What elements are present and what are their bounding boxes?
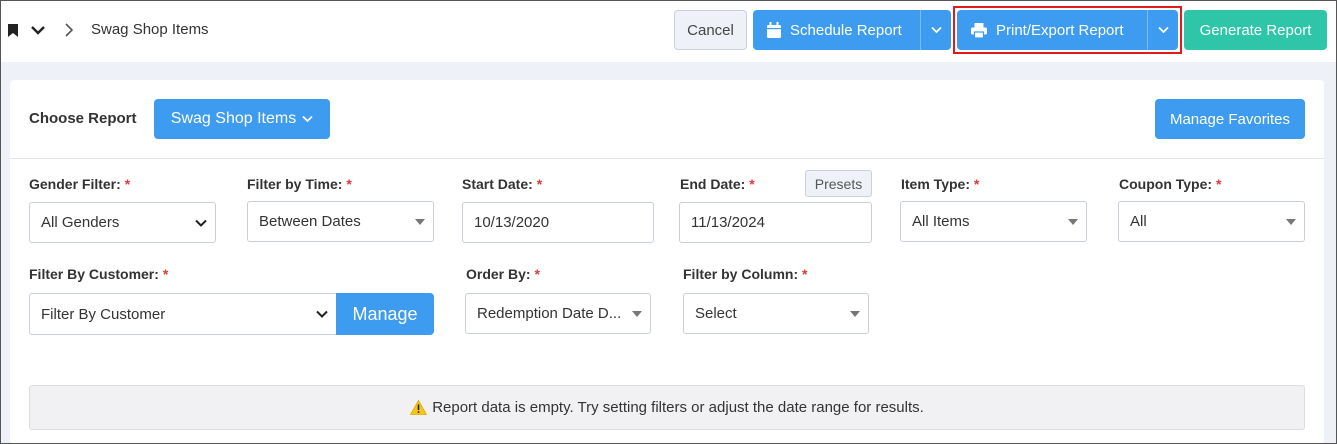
presets-button[interactable]: Presets (805, 170, 872, 197)
customer-filter-select[interactable]: Filter By Customer (29, 293, 337, 335)
caret-down-icon (1286, 219, 1296, 225)
start-date-label: Start Date: * (462, 176, 543, 192)
column-filter-select[interactable]: Select (683, 293, 869, 334)
start-date-input[interactable]: 10/13/2020 (462, 202, 654, 243)
chevron-down-icon (195, 219, 207, 227)
empty-report-notice: Report data is empty. Try setting filter… (29, 385, 1305, 430)
caret-down-icon (850, 311, 860, 317)
customer-filter-label: Filter By Customer: * (29, 266, 169, 282)
order-by-value: Redemption Date D... (477, 305, 622, 322)
cancel-button-label: Cancel (687, 21, 734, 39)
print-export-report-button[interactable]: Print/Export Report (957, 10, 1178, 50)
report-select-label: Swag Shop Items (170, 110, 297, 127)
print-export-label: Print/Export Report (996, 21, 1124, 39)
manage-favorites-button[interactable]: Manage Favorites (1155, 99, 1305, 139)
printer-icon (971, 22, 987, 38)
generate-report-label: Generate Report (1199, 21, 1312, 39)
time-filter-select[interactable]: Between Dates (247, 201, 434, 242)
breadcrumb-title: Swag Shop Items (91, 21, 209, 38)
warning-icon (410, 400, 428, 415)
end-date-label: End Date: * (680, 176, 755, 192)
column-filter-label: Filter by Column: * (683, 266, 808, 282)
coupon-type-value: All (1130, 213, 1147, 230)
order-by-label: Order By: * (466, 266, 540, 282)
manage-favorites-label: Manage Favorites (1169, 110, 1291, 128)
chevron-right-icon (65, 23, 74, 37)
gender-filter-value: All Genders (41, 214, 120, 231)
bookmark-icon[interactable] (8, 24, 18, 37)
end-date-input[interactable]: 11/13/2024 (679, 202, 872, 243)
gender-filter-select[interactable]: All Genders (29, 202, 216, 243)
chevron-down-icon (302, 115, 313, 123)
column-filter-value: Select (695, 305, 737, 322)
customer-filter-value: Filter By Customer (41, 305, 166, 323)
section-divider (10, 158, 1324, 159)
coupon-type-label: Coupon Type: * (1119, 176, 1222, 192)
report-select-button[interactable]: Swag Shop Items (154, 99, 330, 139)
item-type-select[interactable]: All Items (900, 201, 1087, 242)
cancel-button[interactable]: Cancel (674, 10, 747, 50)
schedule-report-main[interactable]: Schedule Report (767, 10, 902, 50)
notice-text: Report data is empty. Try setting filter… (432, 399, 924, 416)
manage-customer-button[interactable]: Manage (336, 293, 434, 335)
caret-down-icon (1068, 219, 1078, 225)
item-type-label: Item Type: * (901, 176, 980, 192)
chevron-down-icon (316, 310, 328, 318)
item-type-value: All Items (912, 213, 970, 230)
time-filter-value: Between Dates (259, 213, 361, 230)
schedule-report-button[interactable]: Schedule Report (753, 10, 951, 50)
print-export-main[interactable]: Print/Export Report (971, 10, 1124, 50)
generate-report-button[interactable]: Generate Report (1184, 10, 1327, 50)
choose-report-label: Choose Report (29, 110, 137, 127)
chevron-down-icon (930, 26, 942, 34)
order-by-select[interactable]: Redemption Date D... (465, 293, 651, 334)
end-date-value: 11/13/2024 (691, 214, 765, 231)
chevron-down-icon[interactable] (30, 23, 46, 37)
time-filter-label: Filter by Time: * (247, 176, 352, 192)
start-date-value: 10/13/2020 (474, 214, 550, 231)
calendar-icon (767, 22, 781, 38)
coupon-type-select[interactable]: All (1118, 201, 1305, 242)
manage-label: Manage (352, 303, 418, 324)
caret-down-icon (415, 219, 425, 225)
gender-filter-label: Gender Filter: * (29, 176, 131, 192)
chevron-down-icon (1157, 26, 1169, 34)
caret-down-icon (632, 311, 642, 317)
schedule-dropdown-toggle[interactable] (921, 10, 951, 50)
schedule-report-label: Schedule Report (790, 21, 902, 39)
print-dropdown-toggle[interactable] (1148, 10, 1178, 50)
presets-label: Presets (814, 175, 863, 192)
